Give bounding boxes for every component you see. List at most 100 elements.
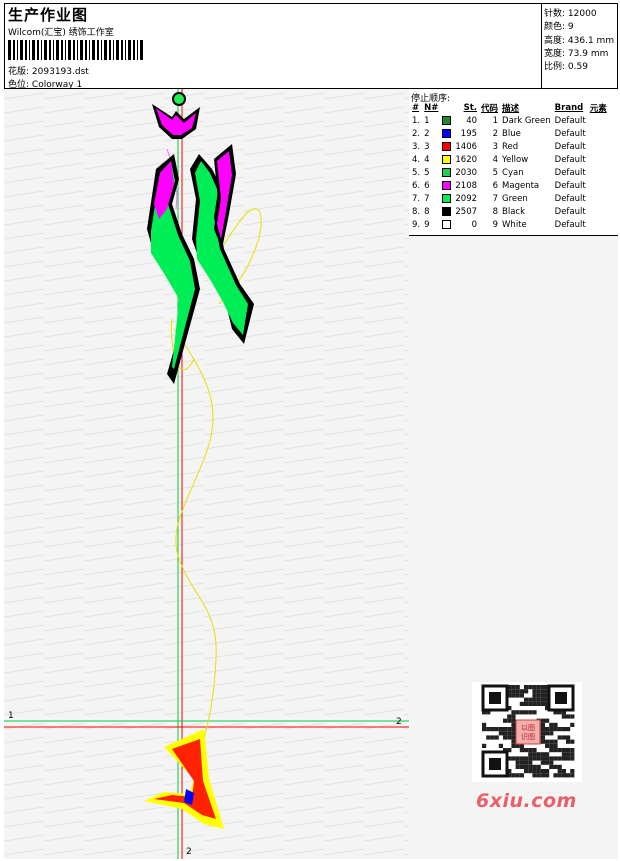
- row-element: [588, 205, 609, 218]
- row-code: 7: [492, 193, 499, 204]
- table-header-row: # N# St. 代码 描述 Brand 元素: [410, 102, 609, 114]
- qr-code: 以图识图: [472, 682, 582, 782]
- design-row: 花版: 2093193.dst: [8, 64, 89, 77]
- row-index: 6.: [412, 180, 421, 191]
- row-swatch: [440, 179, 453, 192]
- row-stitches: 1406: [455, 141, 478, 152]
- row-brand: Default: [554, 206, 586, 217]
- row-desc: Green: [502, 193, 528, 204]
- row-brand: Default: [554, 180, 586, 191]
- row-n: 7: [424, 193, 430, 204]
- table-row: 1. 1 40 1 Dark Green Default: [410, 114, 609, 127]
- watermark-text: 6xiu.com: [476, 790, 577, 812]
- table-row: 7. 7 2092 7 Green Default: [410, 192, 609, 205]
- col-brand: Brand: [554, 103, 584, 113]
- color-swatch: [442, 115, 452, 125]
- row-stitches: 195: [460, 128, 478, 139]
- row-n: 6: [424, 180, 430, 191]
- row-brand: Default: [554, 154, 586, 165]
- row-element: [588, 127, 609, 140]
- row-stitches: 2092: [455, 193, 478, 204]
- axis-label-2-bottom: 2: [186, 847, 192, 857]
- color-swatch: [442, 180, 452, 190]
- row-index: 5.: [412, 167, 421, 178]
- row-desc: Magenta: [502, 180, 540, 191]
- row-swatch: [440, 192, 453, 205]
- row-brand: Default: [554, 128, 586, 139]
- row-stitches: 0: [471, 219, 478, 230]
- row-swatch: [440, 114, 453, 127]
- row-desc: White: [502, 219, 527, 230]
- row-code: 5: [492, 167, 499, 178]
- design-label: 花版:: [8, 67, 30, 77]
- row-desc: Dark Green: [502, 115, 551, 126]
- row-code: 2: [492, 128, 499, 139]
- row-element: [588, 114, 609, 127]
- color-swatch: [442, 154, 452, 164]
- table-row: 9. 9 0 9 White Default: [410, 218, 609, 231]
- row-index: 2.: [412, 128, 421, 139]
- row-brand: Default: [554, 115, 586, 126]
- row-code: 1: [492, 115, 499, 126]
- qr-stamp-text: 以图: [521, 724, 535, 732]
- row-element: [588, 218, 609, 231]
- row-brand: Default: [554, 219, 586, 230]
- stat-colors: 颜色: 9: [544, 22, 574, 32]
- col-element: 元素: [589, 104, 607, 114]
- color-swatch: [442, 219, 452, 229]
- embroidery-preview: [4, 89, 409, 859]
- table-row: 3. 3 1406 3 Red Default: [410, 140, 609, 153]
- table-row: 6. 6 2108 6 Magenta Default: [410, 179, 609, 192]
- axis-label-1: 1: [8, 711, 14, 721]
- color-swatch: [442, 167, 452, 177]
- row-swatch: [440, 127, 453, 140]
- row-element: [588, 140, 609, 153]
- row-n: 4: [424, 154, 430, 165]
- axis-label-2-right: 2: [396, 717, 402, 727]
- color-swatch: [442, 141, 452, 151]
- row-swatch: [440, 140, 453, 153]
- row-stitches: 2108: [455, 180, 478, 191]
- row-element: [588, 179, 609, 192]
- svg-text:识图: 识图: [521, 733, 535, 741]
- row-brand: Default: [554, 141, 586, 152]
- table-row: 4. 4 1620 4 Yellow Default: [410, 153, 609, 166]
- row-index: 3.: [412, 141, 421, 152]
- row-index: 1.: [412, 115, 421, 126]
- stat-stitches: 针数: 12000: [544, 9, 597, 19]
- row-n: 8: [424, 206, 430, 217]
- row-index: 7.: [412, 193, 421, 204]
- row-n: 3: [424, 141, 430, 152]
- row-desc: Black: [502, 206, 526, 217]
- row-index: 8.: [412, 206, 421, 217]
- row-code: 6: [492, 180, 499, 191]
- color-swatch: [442, 128, 452, 138]
- color-swatch: [442, 193, 452, 203]
- row-swatch: [440, 166, 453, 179]
- row-swatch: [440, 153, 453, 166]
- col-n: N#: [424, 103, 439, 113]
- col-color: [440, 102, 453, 114]
- row-element: [588, 153, 609, 166]
- row-code: 3: [492, 141, 499, 152]
- row-swatch: [440, 218, 453, 231]
- stat-scale: 比例: 0.59: [544, 62, 588, 72]
- stat-height: 高度: 436.1 mm: [544, 36, 615, 46]
- row-desc: Red: [502, 141, 519, 152]
- row-code: 8: [492, 206, 499, 217]
- row-swatch: [440, 205, 453, 218]
- row-code: 4: [492, 154, 499, 165]
- row-desc: Cyan: [502, 167, 524, 178]
- header-left: 生产作业图 Wilcom(汇宝) 绣饰工作室 花版: 2093193.dst 色…: [5, 4, 537, 90]
- row-code: 9: [492, 219, 499, 230]
- design-canvas: 1 2 2: [4, 89, 410, 859]
- page-title: 生产作业图: [8, 6, 89, 24]
- table-row: 8. 8 2507 8 Black Default: [410, 205, 609, 218]
- row-desc: Blue: [502, 128, 521, 139]
- row-stitches: 2030: [455, 167, 478, 178]
- col-desc: 描述: [502, 104, 520, 114]
- row-stitches: 1620: [455, 154, 478, 165]
- row-element: [588, 166, 609, 179]
- stop-sequence-table: # N# St. 代码 描述 Brand 元素 1. 1 40 1 Dark Green…: [410, 102, 609, 231]
- table-row: 2. 2 195 2 Blue Default: [410, 127, 609, 140]
